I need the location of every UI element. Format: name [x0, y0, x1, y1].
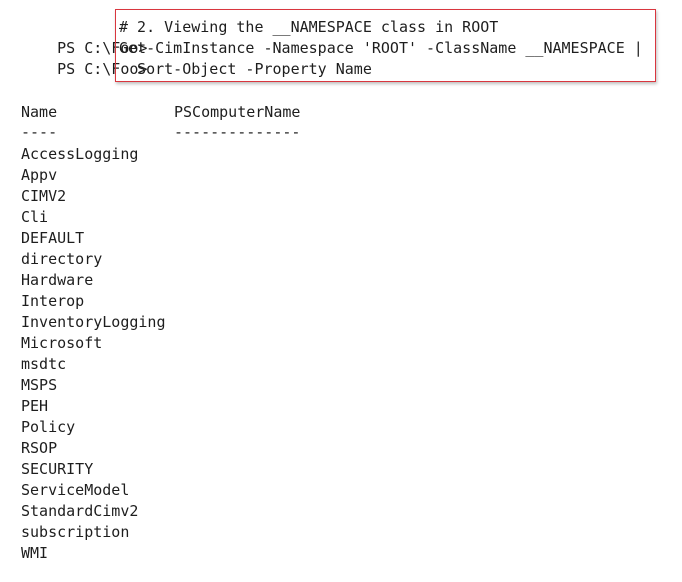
terminal-output: PS C:\Foo> PS C:\Foo> # 2. Viewing the _…	[0, 0, 682, 582]
namespace-row: Policy	[21, 418, 76, 436]
command-sort-object: Sort-Object -Property Name	[119, 60, 372, 78]
namespace-row: Hardware	[21, 271, 94, 289]
namespace-row: InventoryLogging	[21, 313, 166, 331]
namespace-row: subscription	[21, 523, 130, 541]
namespace-list: AccessLogging Appv CIMV2 Cli DEFAULT director…	[21, 144, 166, 564]
namespace-row: Interop	[21, 292, 85, 310]
namespace-row: PEH	[21, 397, 49, 415]
namespace-row: msdtc	[21, 355, 67, 373]
header-pscomputername: PSComputerName	[174, 103, 301, 121]
namespace-row: DEFAULT	[21, 229, 85, 247]
namespace-row: AccessLogging	[21, 145, 139, 163]
namespace-row: Cli	[21, 208, 49, 226]
namespace-row: StandardCimv2	[21, 502, 139, 520]
namespace-row: ServiceModel	[21, 481, 130, 499]
namespace-row: RSOP	[21, 439, 58, 457]
namespace-row: MSPS	[21, 376, 58, 394]
namespace-row: CIMV2	[21, 187, 67, 205]
command-get-ciminstance: Get-CimInstance -Namespace 'ROOT' -Class…	[119, 39, 643, 57]
namespace-row: directory	[21, 250, 103, 268]
header-name: Name	[21, 103, 58, 121]
namespace-row: Appv	[21, 166, 58, 184]
separator-name: ----	[21, 123, 58, 141]
namespace-row: Microsoft	[21, 334, 103, 352]
command-comment: # 2. Viewing the __NAMESPACE class in RO…	[119, 18, 499, 36]
namespace-row: WMI	[21, 544, 49, 562]
namespace-row: SECURITY	[21, 460, 94, 478]
separator-pscomputername: --------------	[174, 123, 301, 141]
